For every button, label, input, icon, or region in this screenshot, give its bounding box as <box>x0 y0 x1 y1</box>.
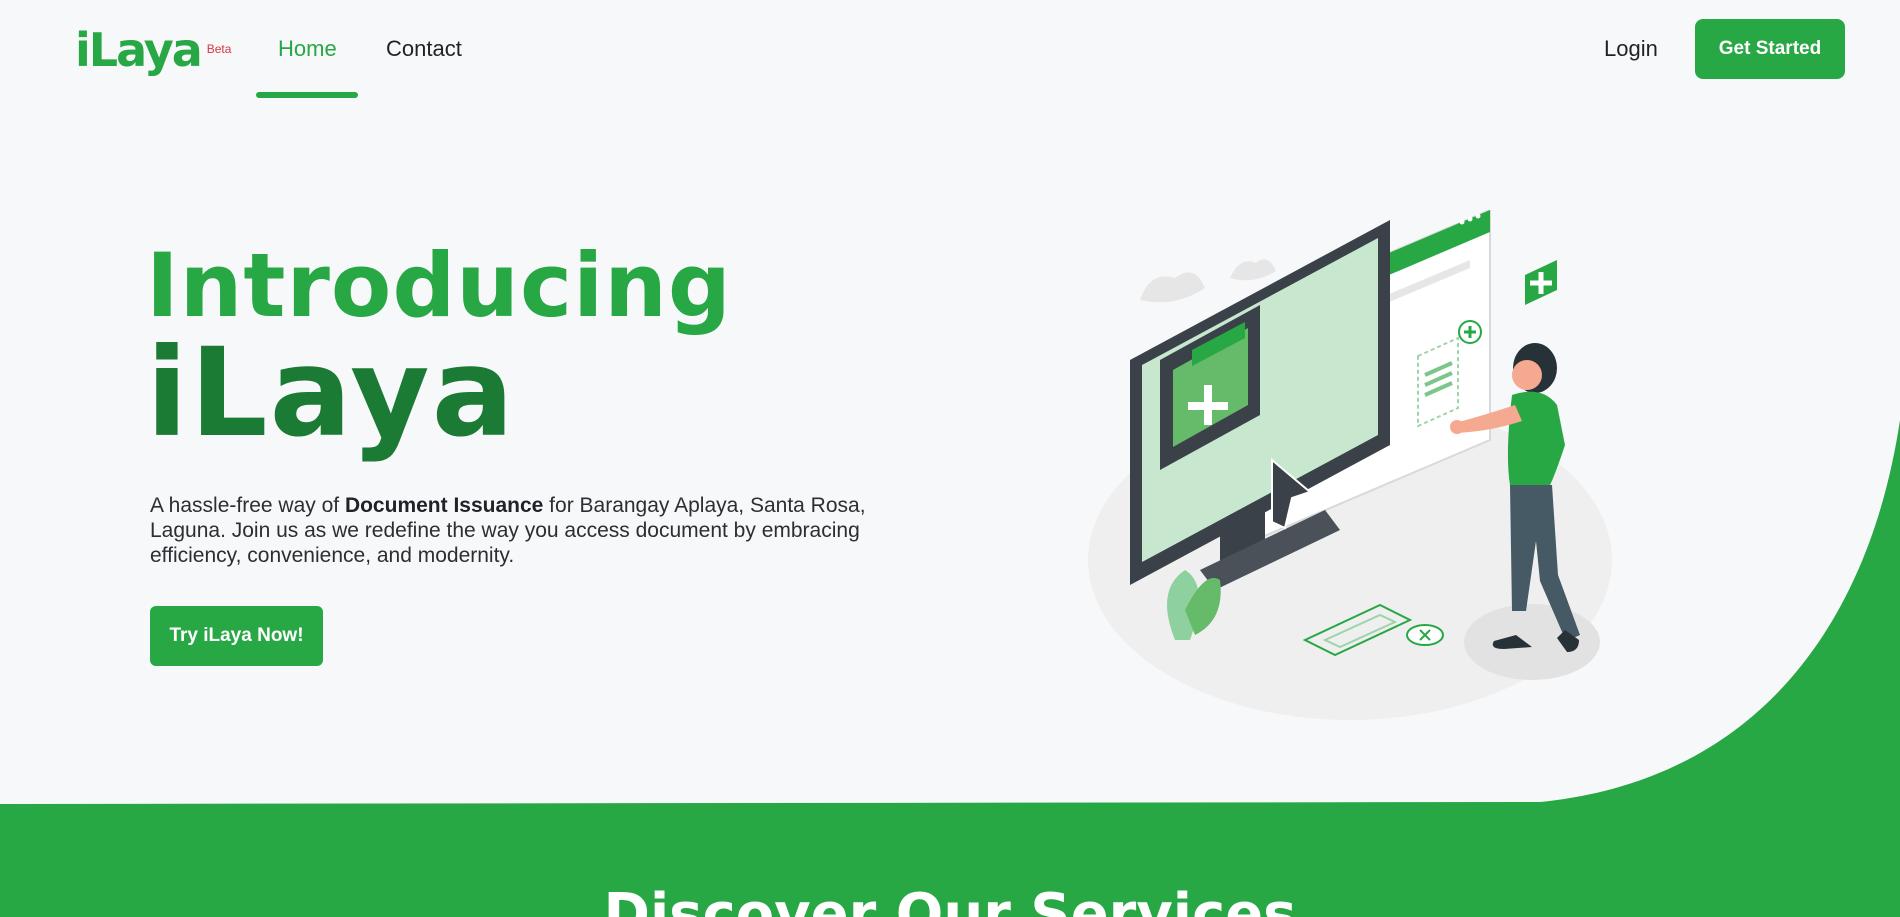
get-started-button[interactable]: Get Started <box>1695 19 1845 79</box>
hero-desc-part1: A hassle-free way of <box>150 494 345 517</box>
hero-title-ilaya: iLaya <box>146 322 516 464</box>
hero-illustration <box>1088 210 1612 720</box>
hero-desc-bold: Document Issuance <box>344 494 544 517</box>
brand-logo[interactable]: iLaya Beta <box>75 22 231 78</box>
nav-home-link[interactable]: Home <box>278 36 337 62</box>
hero-title-introducing: Introducing <box>146 234 732 337</box>
navbar: iLaya Beta Home Contact Login Get Starte… <box>0 0 1900 100</box>
active-tab-indicator <box>256 92 358 98</box>
brand-name: iLaya <box>75 23 203 77</box>
hero-description: A hassle-free way of Document Issuance f… <box>150 493 910 568</box>
login-link[interactable]: Login <box>1604 36 1658 62</box>
nav-contact-link[interactable]: Contact <box>386 36 462 62</box>
beta-badge: Beta <box>206 42 232 56</box>
try-ilaya-button[interactable]: Try iLaya Now! <box>150 606 323 666</box>
services-section-title: Discover Our Services <box>603 882 1297 917</box>
